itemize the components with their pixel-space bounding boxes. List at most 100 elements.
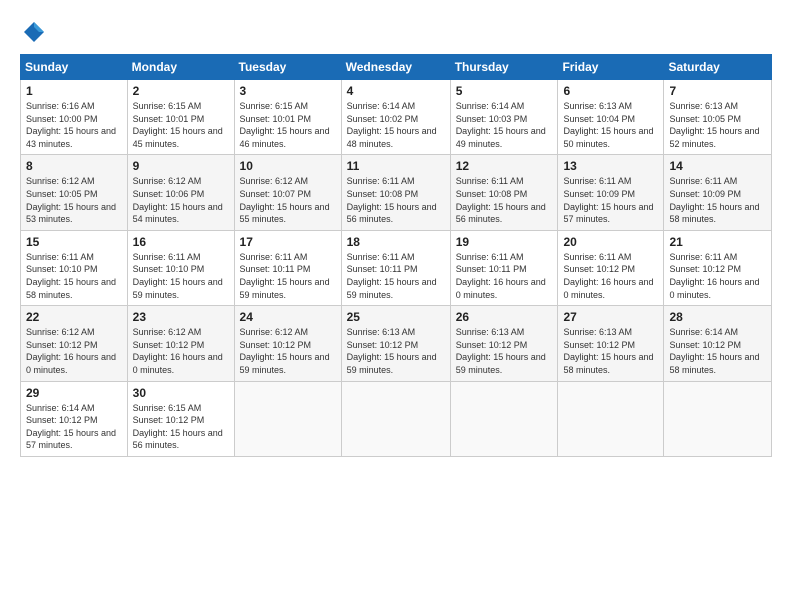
day-number: 20 — [563, 235, 658, 249]
calendar-cell: 4 Sunrise: 6:14 AMSunset: 10:02 PMDaylig… — [341, 80, 450, 155]
calendar-cell — [664, 381, 772, 456]
day-number: 10 — [240, 159, 336, 173]
calendar-cell: 30 Sunrise: 6:15 AMSunset: 10:12 PMDayli… — [127, 381, 234, 456]
calendar-cell: 14 Sunrise: 6:11 AMSunset: 10:09 PMDayli… — [664, 155, 772, 230]
day-info: Sunrise: 6:16 AMSunset: 10:00 PMDaylight… — [26, 101, 116, 149]
day-info: Sunrise: 6:12 AMSunset: 10:12 PMDaylight… — [240, 327, 330, 375]
col-header-sunday: Sunday — [21, 55, 128, 80]
day-number: 18 — [347, 235, 445, 249]
col-header-thursday: Thursday — [450, 55, 558, 80]
day-info: Sunrise: 6:12 AMSunset: 10:12 PMDaylight… — [133, 327, 223, 375]
day-number: 28 — [669, 310, 766, 324]
calendar-cell — [450, 381, 558, 456]
col-header-monday: Monday — [127, 55, 234, 80]
day-info: Sunrise: 6:11 AMSunset: 10:08 PMDaylight… — [347, 176, 437, 224]
day-number: 30 — [133, 386, 229, 400]
calendar-cell: 21 Sunrise: 6:11 AMSunset: 10:12 PMDayli… — [664, 230, 772, 305]
day-number: 21 — [669, 235, 766, 249]
day-info: Sunrise: 6:13 AMSunset: 10:05 PMDaylight… — [669, 101, 759, 149]
day-number: 22 — [26, 310, 122, 324]
day-number: 13 — [563, 159, 658, 173]
calendar-cell: 6 Sunrise: 6:13 AMSunset: 10:04 PMDaylig… — [558, 80, 664, 155]
calendar-cell: 8 Sunrise: 6:12 AMSunset: 10:05 PMDaylig… — [21, 155, 128, 230]
calendar-cell: 1 Sunrise: 6:16 AMSunset: 10:00 PMDaylig… — [21, 80, 128, 155]
header — [20, 18, 772, 46]
calendar-cell: 12 Sunrise: 6:11 AMSunset: 10:08 PMDayli… — [450, 155, 558, 230]
calendar-week-1: 1 Sunrise: 6:16 AMSunset: 10:00 PMDaylig… — [21, 80, 772, 155]
day-info: Sunrise: 6:11 AMSunset: 10:10 PMDaylight… — [133, 252, 223, 300]
day-info: Sunrise: 6:11 AMSunset: 10:09 PMDaylight… — [669, 176, 759, 224]
day-number: 25 — [347, 310, 445, 324]
day-info: Sunrise: 6:13 AMSunset: 10:12 PMDaylight… — [563, 327, 653, 375]
day-number: 26 — [456, 310, 553, 324]
logo-icon — [20, 18, 48, 46]
day-number: 14 — [669, 159, 766, 173]
calendar-cell: 10 Sunrise: 6:12 AMSunset: 10:07 PMDayli… — [234, 155, 341, 230]
calendar-header-row: SundayMondayTuesdayWednesdayThursdayFrid… — [21, 55, 772, 80]
calendar-cell: 7 Sunrise: 6:13 AMSunset: 10:05 PMDaylig… — [664, 80, 772, 155]
day-info: Sunrise: 6:15 AMSunset: 10:01 PMDaylight… — [133, 101, 223, 149]
day-number: 16 — [133, 235, 229, 249]
day-number: 3 — [240, 84, 336, 98]
day-info: Sunrise: 6:11 AMSunset: 10:12 PMDaylight… — [563, 252, 653, 300]
day-number: 9 — [133, 159, 229, 173]
day-info: Sunrise: 6:13 AMSunset: 10:12 PMDaylight… — [456, 327, 546, 375]
day-info: Sunrise: 6:14 AMSunset: 10:12 PMDaylight… — [26, 403, 116, 451]
calendar-cell: 11 Sunrise: 6:11 AMSunset: 10:08 PMDayli… — [341, 155, 450, 230]
day-info: Sunrise: 6:15 AMSunset: 10:12 PMDaylight… — [133, 403, 223, 451]
day-number: 2 — [133, 84, 229, 98]
day-info: Sunrise: 6:11 AMSunset: 10:12 PMDaylight… — [669, 252, 759, 300]
day-info: Sunrise: 6:11 AMSunset: 10:11 PMDaylight… — [456, 252, 546, 300]
day-info: Sunrise: 6:12 AMSunset: 10:05 PMDaylight… — [26, 176, 116, 224]
day-info: Sunrise: 6:15 AMSunset: 10:01 PMDaylight… — [240, 101, 330, 149]
day-info: Sunrise: 6:11 AMSunset: 10:10 PMDaylight… — [26, 252, 116, 300]
col-header-saturday: Saturday — [664, 55, 772, 80]
calendar-cell: 27 Sunrise: 6:13 AMSunset: 10:12 PMDayli… — [558, 306, 664, 381]
calendar-cell: 9 Sunrise: 6:12 AMSunset: 10:06 PMDaylig… — [127, 155, 234, 230]
page: SundayMondayTuesdayWednesdayThursdayFrid… — [0, 0, 792, 612]
day-number: 5 — [456, 84, 553, 98]
calendar-week-3: 15 Sunrise: 6:11 AMSunset: 10:10 PMDayli… — [21, 230, 772, 305]
calendar-week-5: 29 Sunrise: 6:14 AMSunset: 10:12 PMDayli… — [21, 381, 772, 456]
calendar-cell: 20 Sunrise: 6:11 AMSunset: 10:12 PMDayli… — [558, 230, 664, 305]
logo — [20, 18, 52, 46]
day-number: 23 — [133, 310, 229, 324]
calendar-cell: 16 Sunrise: 6:11 AMSunset: 10:10 PMDayli… — [127, 230, 234, 305]
calendar-table: SundayMondayTuesdayWednesdayThursdayFrid… — [20, 54, 772, 457]
calendar-cell: 13 Sunrise: 6:11 AMSunset: 10:09 PMDayli… — [558, 155, 664, 230]
day-number: 6 — [563, 84, 658, 98]
calendar-cell: 26 Sunrise: 6:13 AMSunset: 10:12 PMDayli… — [450, 306, 558, 381]
calendar-cell: 17 Sunrise: 6:11 AMSunset: 10:11 PMDayli… — [234, 230, 341, 305]
day-number: 8 — [26, 159, 122, 173]
day-info: Sunrise: 6:14 AMSunset: 10:02 PMDaylight… — [347, 101, 437, 149]
day-number: 15 — [26, 235, 122, 249]
calendar-cell — [234, 381, 341, 456]
day-info: Sunrise: 6:11 AMSunset: 10:11 PMDaylight… — [347, 252, 437, 300]
day-info: Sunrise: 6:11 AMSunset: 10:09 PMDaylight… — [563, 176, 653, 224]
day-info: Sunrise: 6:12 AMSunset: 10:07 PMDaylight… — [240, 176, 330, 224]
calendar-cell — [558, 381, 664, 456]
col-header-friday: Friday — [558, 55, 664, 80]
day-info: Sunrise: 6:11 AMSunset: 10:08 PMDaylight… — [456, 176, 546, 224]
day-info: Sunrise: 6:14 AMSunset: 10:03 PMDaylight… — [456, 101, 546, 149]
calendar-week-2: 8 Sunrise: 6:12 AMSunset: 10:05 PMDaylig… — [21, 155, 772, 230]
calendar-cell: 24 Sunrise: 6:12 AMSunset: 10:12 PMDayli… — [234, 306, 341, 381]
day-info: Sunrise: 6:13 AMSunset: 10:04 PMDaylight… — [563, 101, 653, 149]
day-number: 7 — [669, 84, 766, 98]
calendar-cell: 19 Sunrise: 6:11 AMSunset: 10:11 PMDayli… — [450, 230, 558, 305]
col-header-wednesday: Wednesday — [341, 55, 450, 80]
day-number: 12 — [456, 159, 553, 173]
day-number: 27 — [563, 310, 658, 324]
calendar-cell: 18 Sunrise: 6:11 AMSunset: 10:11 PMDayli… — [341, 230, 450, 305]
calendar-cell: 5 Sunrise: 6:14 AMSunset: 10:03 PMDaylig… — [450, 80, 558, 155]
day-number: 17 — [240, 235, 336, 249]
calendar-cell — [341, 381, 450, 456]
calendar-cell: 28 Sunrise: 6:14 AMSunset: 10:12 PMDayli… — [664, 306, 772, 381]
day-number: 24 — [240, 310, 336, 324]
calendar-cell: 2 Sunrise: 6:15 AMSunset: 10:01 PMDaylig… — [127, 80, 234, 155]
day-number: 4 — [347, 84, 445, 98]
day-number: 1 — [26, 84, 122, 98]
calendar-cell: 3 Sunrise: 6:15 AMSunset: 10:01 PMDaylig… — [234, 80, 341, 155]
calendar-cell: 29 Sunrise: 6:14 AMSunset: 10:12 PMDayli… — [21, 381, 128, 456]
day-info: Sunrise: 6:14 AMSunset: 10:12 PMDaylight… — [669, 327, 759, 375]
